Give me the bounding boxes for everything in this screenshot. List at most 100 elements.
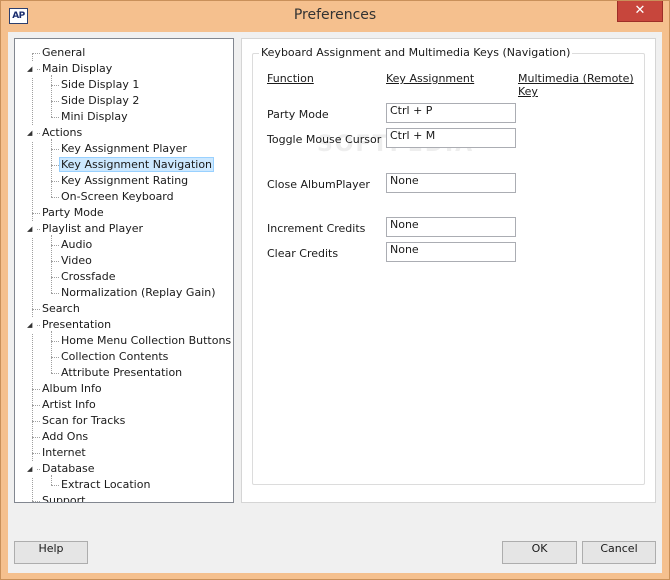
help-button[interactable]: Help [14, 541, 88, 564]
tree-item-support[interactable]: Support [40, 493, 87, 503]
function-label-close-albumplayer: Close AlbumPlayer [267, 178, 370, 191]
tree-item-presentation[interactable]: Presentation [40, 317, 113, 333]
tree-branch-line [51, 197, 59, 198]
column-header-multimedia-key: Multimedia (Remote) Key [518, 72, 634, 98]
key-field-party-mode[interactable]: Ctrl + P [386, 103, 516, 123]
key-field-increment-credits[interactable]: None [386, 217, 516, 237]
tree-item-mini-display[interactable]: Mini Display [59, 109, 130, 125]
tree-item-label: Audio [61, 238, 93, 251]
tree-branch-line [32, 53, 40, 54]
tree-item-label: Key Assignment Player [61, 142, 187, 155]
window-title: Preferences [293, 7, 377, 23]
function-label-clear-credits: Clear Credits [267, 247, 339, 260]
tree-item-search[interactable]: Search [40, 301, 82, 317]
tree-item-crossfade[interactable]: Crossfade [59, 269, 118, 285]
tree-branch-line [51, 261, 59, 262]
tree-item-key-assignment-rating[interactable]: Key Assignment Rating [59, 173, 190, 189]
tree-item-scan-for-tracks[interactable]: Scan for Tracks [40, 413, 127, 429]
tree-item-general[interactable]: General [40, 45, 87, 61]
column-header-function: Function [267, 72, 314, 85]
tree-item-label: Side Display 1 [61, 78, 140, 91]
tree-item-party-mode[interactable]: Party Mode [40, 205, 106, 221]
tree-item-playlist-and-player[interactable]: Playlist and Player [40, 221, 145, 237]
tree-child-connector-line [51, 331, 52, 373]
tree-item-label: Home Menu Collection Buttons [61, 334, 232, 347]
function-label-increment-credits: Increment Credits [267, 222, 366, 235]
tree-item-label: Database [42, 462, 95, 475]
tree-item-add-ons[interactable]: Add Ons [40, 429, 90, 445]
preferences-window: AP Preferences ✕ General ◢ Main Display Sid… [0, 0, 670, 580]
tree-branch-line [32, 453, 40, 454]
tree-item-video[interactable]: Video [59, 253, 94, 269]
tree-child-connector-line [51, 75, 52, 117]
tree-branch-line [51, 373, 59, 374]
tree-item-internet[interactable]: Internet [40, 445, 88, 461]
settings-panel: SOFTPEDIA Keyboard Assignment and Multim… [241, 38, 656, 503]
tree-item-label: Collection Contents [61, 350, 169, 363]
tree-branch-line [51, 117, 59, 118]
tree-item-key-assignment-navigation[interactable]: Key Assignment Navigation [59, 157, 215, 173]
tree-child-connector-line [51, 235, 52, 293]
expand-collapse-icon[interactable]: ◢ [27, 125, 36, 141]
tree-item-side-display-1[interactable]: Side Display 1 [59, 77, 141, 93]
column-header-key-assignment: Key Assignment [386, 72, 475, 85]
expand-collapse-icon[interactable]: ◢ [27, 61, 36, 77]
tree-item-normalization-replay-gain[interactable]: Normalization (Replay Gain) [59, 285, 218, 301]
tree-branch-line [51, 165, 59, 166]
cancel-button[interactable]: Cancel [582, 541, 656, 564]
tree-item-label: Presentation [42, 318, 112, 331]
tree-item-label: Key Assignment Rating [61, 174, 189, 187]
key-field-toggle-mouse-cursor[interactable]: Ctrl + M [386, 128, 516, 148]
tree-item-label: Support [42, 494, 86, 503]
tree-branch-line [32, 405, 40, 406]
tree-item-actions[interactable]: Actions [40, 125, 84, 141]
key-field-close-albumplayer[interactable]: None [386, 173, 516, 193]
tree-item-audio[interactable]: Audio [59, 237, 94, 253]
tree-item-label: Normalization (Replay Gain) [61, 286, 216, 299]
tree-branch-line [51, 245, 59, 246]
tree-item-extract-location[interactable]: Extract Location [59, 477, 152, 493]
tree-branch-line [51, 485, 59, 486]
tree-item-album-info[interactable]: Album Info [40, 381, 104, 397]
tree-item-database[interactable]: Database [40, 461, 97, 477]
tree-connector-line [32, 53, 33, 501]
function-label-toggle-mouse-cursor: Toggle Mouse Cursor [267, 133, 382, 146]
tree-item-label: Playlist and Player [42, 222, 144, 235]
tree-item-label: Party Mode [42, 206, 104, 219]
key-field-clear-credits[interactable]: None [386, 242, 516, 262]
dialog-client-area: General ◢ Main Display Side Display 1 Side D… [8, 32, 662, 573]
preferences-tree[interactable]: General ◢ Main Display Side Display 1 Side D… [14, 38, 234, 503]
tree-item-on-screen-keyboard[interactable]: On-Screen Keyboard [59, 189, 176, 205]
tree-branch-line [51, 277, 59, 278]
tree-item-label: Artist Info [42, 398, 96, 411]
tree-item-label: Extract Location [61, 478, 151, 491]
tree-item-main-display[interactable]: Main Display [40, 61, 114, 77]
tree-item-side-display-2[interactable]: Side Display 2 [59, 93, 141, 109]
tree-item-artist-info[interactable]: Artist Info [40, 397, 98, 413]
tree-item-key-assignment-player[interactable]: Key Assignment Player [59, 141, 189, 157]
tree-item-label: Album Info [42, 382, 102, 395]
tree-branch-line [32, 437, 40, 438]
tree-branch-line [32, 501, 40, 502]
tree-branch-line [32, 389, 40, 390]
key-assignment-group: Keyboard Assignment and Multimedia Keys … [252, 46, 645, 485]
tree-item-label: Main Display [42, 62, 113, 75]
expand-collapse-icon[interactable]: ◢ [27, 461, 36, 477]
tree-item-attribute-presentation[interactable]: Attribute Presentation [59, 365, 184, 381]
expand-collapse-icon[interactable]: ◢ [27, 317, 36, 333]
tree-branch-line [51, 341, 59, 342]
tree-branch-line [51, 85, 59, 86]
tree-item-label: Video [61, 254, 92, 267]
function-label-party-mode: Party Mode [267, 108, 329, 121]
tree-item-home-menu-collection-buttons[interactable]: Home Menu Collection Buttons [59, 333, 233, 349]
tree-branch-line [32, 309, 40, 310]
tree-item-collection-contents[interactable]: Collection Contents [59, 349, 170, 365]
tree-item-label: Mini Display [61, 110, 128, 123]
ok-button[interactable]: OK [502, 541, 577, 564]
tree-child-connector-line [51, 139, 52, 197]
tree-item-label: General [42, 46, 86, 59]
close-button[interactable]: ✕ [617, 1, 663, 22]
tree-item-label: Add Ons [42, 430, 89, 443]
expand-collapse-icon[interactable]: ◢ [27, 221, 36, 237]
tree-item-label: Actions [42, 126, 83, 139]
